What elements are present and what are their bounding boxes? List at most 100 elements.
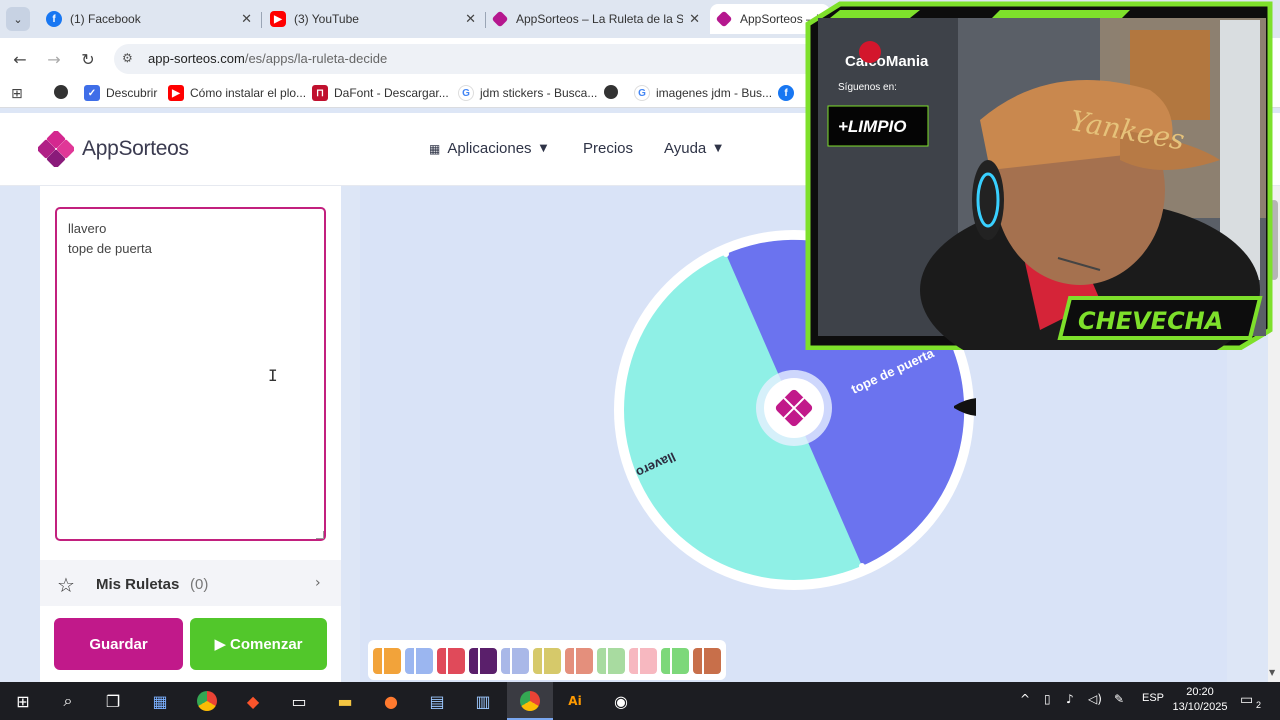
bookmark-dafont[interactable]: ⊓ DaFont - Descargar...: [312, 85, 449, 101]
tab-facebook[interactable]: f (1) Facebook ✕: [38, 4, 260, 34]
globe-icon: [604, 85, 618, 99]
usb-icon[interactable]: ▯: [1044, 692, 1051, 706]
close-icon[interactable]: ✕: [465, 12, 476, 27]
calculator-icon[interactable]: ▦: [147, 688, 173, 714]
app-icon-2[interactable]: ▥: [470, 688, 496, 714]
bookmark-globe-2[interactable]: [604, 85, 624, 99]
chrome-active-icon[interactable]: [517, 688, 543, 714]
apps-grid-icon[interactable]: ⊞: [11, 86, 23, 102]
search-icon[interactable]: ⌕: [55, 688, 81, 714]
language-indicator[interactable]: ESP: [1142, 692, 1164, 704]
palette-swatch[interactable]: [565, 648, 593, 674]
descubrir-icon: ✓: [84, 85, 100, 101]
textarea-resize-handle[interactable]: [316, 531, 324, 539]
terminal-icon[interactable]: ▭: [286, 688, 312, 714]
bookmark-label: imagenes jdm - Bus...: [656, 86, 773, 100]
dafont-icon: ⊓: [312, 85, 328, 101]
webcam-overlay: Yankees CalcoMania Síguenos en: +LIMPIO …: [805, 1, 1273, 350]
back-icon[interactable]: ←: [8, 47, 32, 71]
windows-start-icon[interactable]: ⊞: [10, 688, 36, 714]
appsorteos-logo[interactable]: AppSorteos: [38, 131, 189, 167]
chrome-icon[interactable]: [194, 688, 220, 714]
task-view-icon[interactable]: ❐: [100, 688, 126, 714]
palette-swatch[interactable]: [693, 648, 721, 674]
youtube-icon: ▶: [270, 11, 286, 27]
nav-aplicaciones[interactable]: ▦ Aplicaciones ▼: [429, 140, 547, 157]
palette-swatch[interactable]: [533, 648, 561, 674]
appsorteos-logo-icon: [38, 131, 74, 167]
bookmark-descubrir[interactable]: ✓ Descubrir: [84, 85, 157, 101]
tab-label: (3) YouTube: [294, 12, 359, 26]
segment-divider-dot: [723, 251, 729, 257]
text-cursor-icon: I: [268, 366, 278, 385]
brave-icon[interactable]: ◆: [240, 688, 266, 714]
entry-line: tope de puerta: [68, 241, 152, 256]
tab-youtube[interactable]: ▶ (3) YouTube ✕: [262, 4, 484, 34]
nav-label: Aplicaciones: [447, 140, 532, 157]
nav-ayuda[interactable]: Ayuda ▼: [664, 140, 722, 157]
close-icon[interactable]: ✕: [689, 12, 700, 27]
streamer-name: CHEVECHA: [1078, 307, 1223, 335]
system-clock[interactable]: 20:20 13/10/2025: [1166, 685, 1234, 715]
palette-swatch[interactable]: [469, 648, 497, 674]
pen-icon[interactable]: ✎: [1114, 692, 1124, 706]
nav-precios[interactable]: Precios: [583, 140, 633, 157]
bookmark-facebook[interactable]: f: [778, 85, 800, 101]
entries-textarea[interactable]: llavero tope de puerta: [55, 207, 326, 541]
tab-label: (1) Facebook: [70, 12, 141, 26]
button-label: Comenzar: [230, 635, 303, 653]
grid-icon: ▦: [429, 141, 441, 156]
firefox-icon[interactable]: ●: [378, 688, 404, 714]
google-icon: G: [634, 85, 650, 101]
bookmark-globe[interactable]: [54, 85, 74, 99]
nav-label: Precios: [583, 140, 634, 157]
notification-count: 2: [1256, 700, 1262, 710]
address-bar[interactable]: ⚙ app-sorteos.com/es/apps/la-ruleta-deci…: [114, 44, 834, 74]
google-icon: G: [458, 85, 474, 101]
facebook-icon: f: [46, 11, 62, 27]
volume-icon[interactable]: ◁): [1088, 692, 1102, 706]
globe-icon: [54, 85, 68, 99]
bookmark-youtube[interactable]: ▶ Cómo instalar el plo...: [168, 85, 306, 101]
appsorteos-icon: [715, 10, 733, 28]
forward-icon[interactable]: →: [42, 47, 66, 71]
palette-swatch[interactable]: [501, 648, 529, 674]
chevron-down-icon: ▼: [539, 143, 548, 154]
palette-swatch[interactable]: [629, 648, 657, 674]
calcomania-brand: CalcoMania: [845, 53, 929, 70]
bookmark-label: DaFont - Descargar...: [334, 86, 449, 100]
tray-expand-icon[interactable]: ^: [1020, 692, 1030, 706]
site-settings-icon[interactable]: ⚙: [122, 51, 138, 67]
bookmark-imagenes-jdm[interactable]: G imagenes jdm - Bus...: [634, 85, 772, 101]
microphone-icon[interactable]: ♪: [1066, 692, 1074, 706]
palette-swatch[interactable]: [661, 648, 689, 674]
bookmark-label: Cómo instalar el plo...: [190, 86, 307, 100]
tab-appsorteos-1[interactable]: AppSorteos – La Ruleta de la S ✕: [486, 4, 708, 34]
comenzar-button[interactable]: ▶ Comenzar: [190, 618, 327, 670]
palette-swatch[interactable]: [373, 648, 401, 674]
url-text: app-sorteos.com/es/apps/la-ruleta-decide: [148, 51, 388, 66]
mis-ruletas-count: (0): [190, 576, 209, 593]
sponsor-logo-text: +LIMPIO: [838, 117, 906, 136]
chevron-right-icon: ›: [315, 575, 321, 591]
play-icon: ▶: [214, 635, 226, 653]
mis-ruletas-label: Mis Ruletas: [96, 576, 180, 593]
palette-swatch[interactable]: [597, 648, 625, 674]
clock-date: 13/10/2025: [1172, 701, 1228, 713]
guardar-button[interactable]: Guardar: [54, 618, 183, 670]
notifications-icon[interactable]: ▭: [1240, 692, 1253, 708]
clock-time: 20:20: [1186, 686, 1214, 698]
illustrator-icon[interactable]: Ai: [562, 688, 588, 714]
bookmark-jdm-stickers[interactable]: G jdm stickers - Busca...: [458, 85, 597, 101]
reload-icon[interactable]: ↻: [76, 47, 100, 71]
palette-swatch[interactable]: [437, 648, 465, 674]
palette-swatch[interactable]: [405, 648, 433, 674]
tab-label: AppSorteos – La Ruleta de la S: [516, 12, 684, 26]
file-explorer-icon[interactable]: ▬: [332, 688, 358, 714]
tab-search-button[interactable]: ⌄: [6, 7, 30, 31]
star-icon: ☆: [57, 573, 75, 597]
scroll-down-icon[interactable]: ▼: [1269, 668, 1275, 677]
obs-icon[interactable]: ◉: [608, 688, 634, 714]
app-icon[interactable]: ▤: [424, 688, 450, 714]
close-icon[interactable]: ✕: [241, 12, 252, 27]
